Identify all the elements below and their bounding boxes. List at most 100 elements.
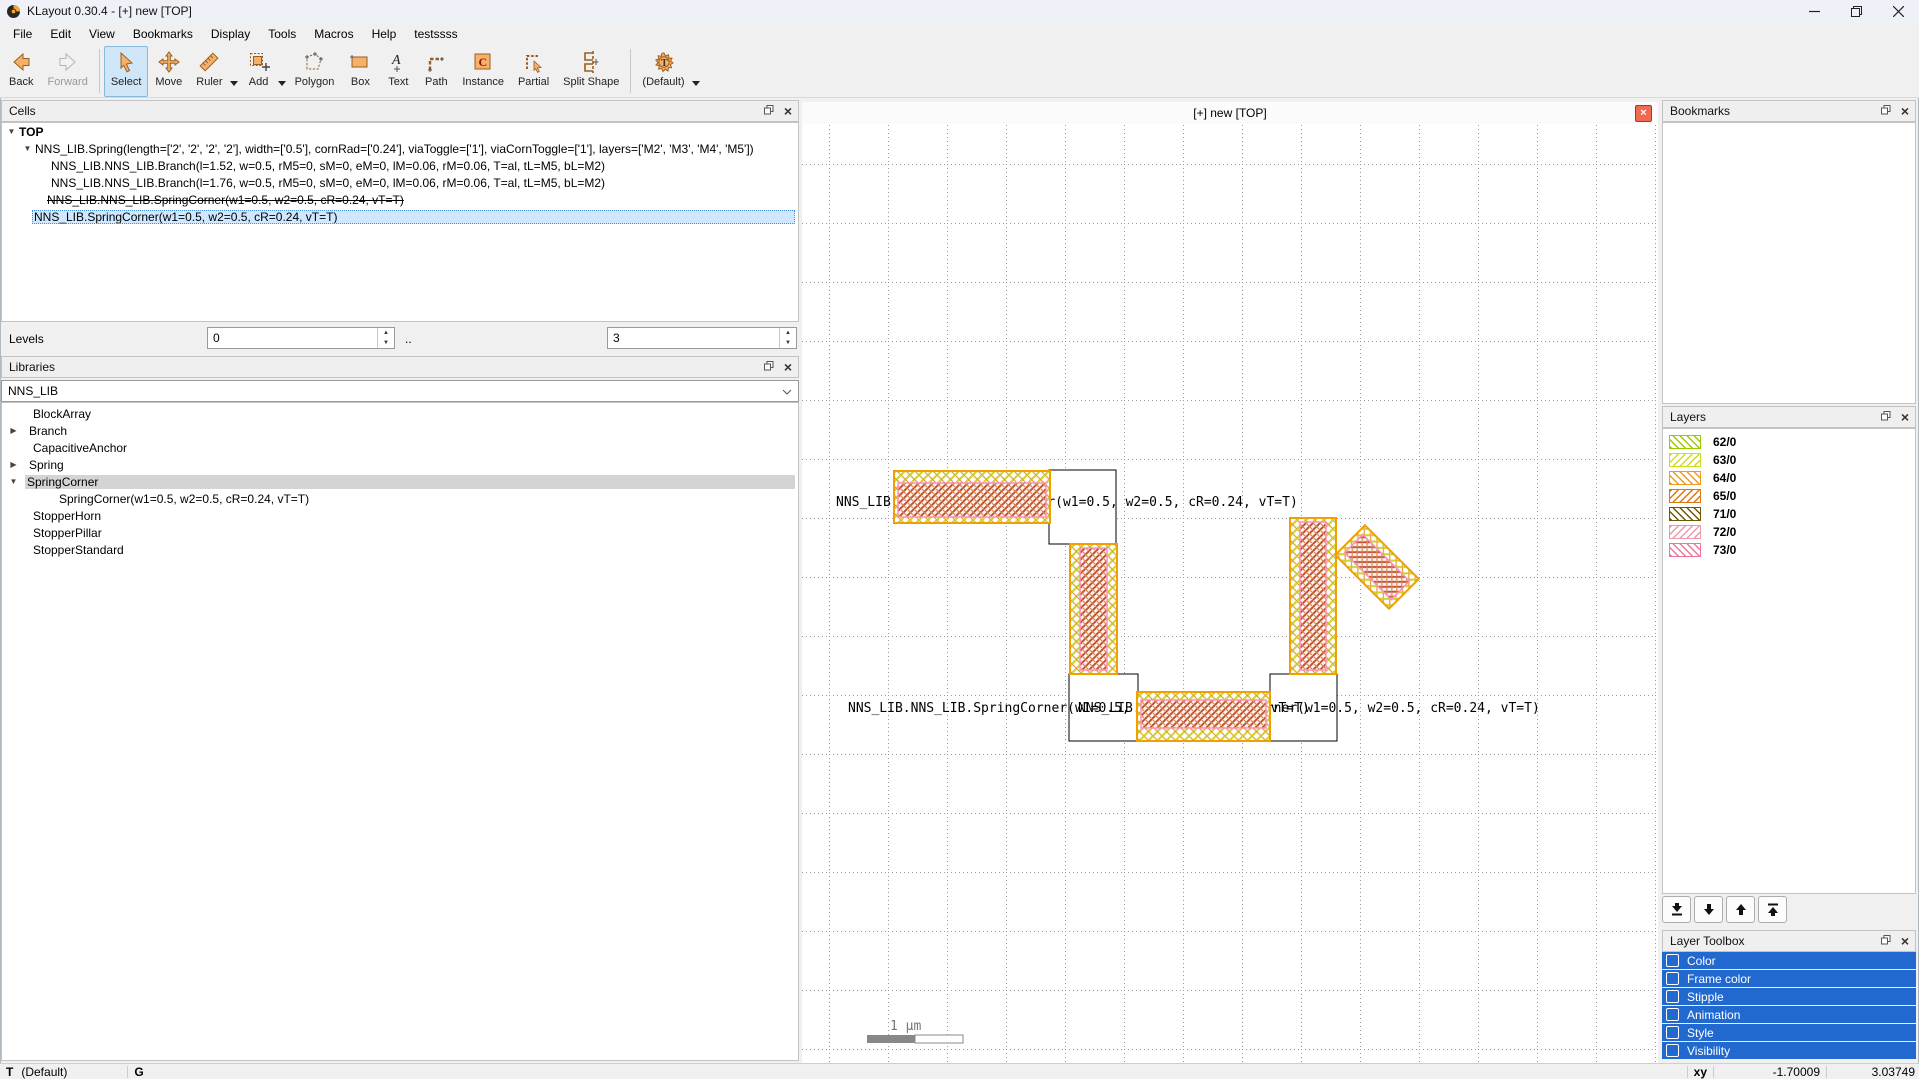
- tree-row-springcorner-selected[interactable]: NNS_LIB.SpringCorner(w1=0.5, w2=0.5, cR=…: [2, 208, 798, 225]
- move-layer-up-button[interactable]: [1726, 896, 1755, 923]
- close-panel-icon[interactable]: ×: [1901, 104, 1909, 118]
- ruler-tool-button[interactable]: Ruler: [189, 46, 229, 97]
- forward-button[interactable]: Forward: [40, 46, 94, 97]
- layer-toolbox-animation[interactable]: Animation: [1662, 1006, 1916, 1023]
- ruler-dropdown-arrow[interactable]: [229, 39, 240, 104]
- layout-canvas[interactable]: NNS_LIB.NNS_LIB.SpringCorner(w1=0.5, w2=…: [802, 124, 1658, 1063]
- lib-row-springcorner[interactable]: ▼ SpringCorner: [2, 473, 798, 490]
- checkbox-icon[interactable]: [1666, 1044, 1679, 1057]
- expander-open-icon[interactable]: ▼: [8, 477, 19, 486]
- move-layer-to-bottom-button[interactable]: [1662, 896, 1691, 923]
- spin-down-icon[interactable]: ▼: [780, 338, 796, 348]
- menu-testssss[interactable]: testssss: [405, 24, 466, 44]
- expander-open-icon[interactable]: ▼: [22, 144, 33, 153]
- checkbox-icon[interactable]: [1666, 1008, 1679, 1021]
- lib-row-branch[interactable]: ▶ Branch: [2, 422, 798, 439]
- levels-from-input[interactable]: [208, 328, 377, 348]
- close-panel-icon[interactable]: ×: [1901, 410, 1909, 424]
- spring-shape-right-vertical-bar[interactable]: [1289, 517, 1337, 675]
- layer-toolbox-stipple[interactable]: Stipple: [1662, 988, 1916, 1005]
- menu-view[interactable]: View: [80, 24, 124, 44]
- layer-toolbox-frame-color[interactable]: Frame color: [1662, 970, 1916, 987]
- lib-row-spring[interactable]: ▶ Spring: [2, 456, 798, 473]
- close-button[interactable]: [1877, 0, 1919, 22]
- float-panel-icon[interactable]: [763, 104, 774, 118]
- tree-row-springcorner-deleted[interactable]: NNS_LIB.NNS_LIB.SpringCorner(w1=0.5, w2=…: [2, 191, 798, 208]
- layer-row-72-0[interactable]: 72/0: [1663, 523, 1915, 541]
- layer-toolbox-color[interactable]: Color: [1662, 952, 1916, 969]
- back-button[interactable]: Back: [2, 46, 40, 97]
- float-panel-icon[interactable]: [1880, 410, 1891, 424]
- spring-shape-left-vertical-bar[interactable]: [1069, 543, 1118, 675]
- bookmarks-list[interactable]: [1662, 122, 1916, 404]
- path-tool-button[interactable]: Path: [417, 46, 455, 97]
- tree-row-branch-1[interactable]: NNS_LIB.NNS_LIB.Branch(l=1.52, w=0.5, rM…: [2, 157, 798, 174]
- menu-help[interactable]: Help: [363, 24, 406, 44]
- float-panel-icon[interactable]: [763, 360, 774, 374]
- spring-shape-top-bar[interactable]: [893, 470, 1051, 524]
- menu-macros[interactable]: Macros: [305, 24, 362, 44]
- checkbox-icon[interactable]: [1666, 954, 1679, 967]
- forward-icon: [56, 49, 80, 75]
- restore-button[interactable]: [1835, 0, 1877, 22]
- move-tool-button[interactable]: Move: [148, 46, 189, 97]
- select-tool-button[interactable]: Select: [103, 45, 149, 97]
- lib-row-capacitiveanchor[interactable]: CapacitiveAnchor: [2, 439, 798, 456]
- expander-open-icon[interactable]: ▼: [6, 127, 17, 136]
- expander-closed-icon[interactable]: ▶: [8, 426, 19, 435]
- layer-row-65-0[interactable]: 65/0: [1663, 487, 1915, 505]
- checkbox-icon[interactable]: [1666, 1026, 1679, 1039]
- add-icon: [247, 49, 271, 75]
- checkbox-icon[interactable]: [1666, 990, 1679, 1003]
- default-mode-button[interactable]: T (Default): [635, 46, 691, 97]
- layer-toolbox-visibility[interactable]: Visibility: [1662, 1042, 1916, 1059]
- menu-file[interactable]: File: [4, 24, 41, 44]
- menu-edit[interactable]: Edit: [41, 24, 80, 44]
- text-tool-button[interactable]: A Text: [379, 46, 417, 97]
- cells-tree[interactable]: ▼ TOP ▼ NNS_LIB.Spring(length=['2', '2',…: [1, 122, 799, 322]
- add-dropdown-arrow[interactable]: [277, 39, 288, 104]
- expander-closed-icon[interactable]: ▶: [8, 460, 19, 469]
- box-tool-button[interactable]: Box: [341, 46, 379, 97]
- close-panel-icon[interactable]: ×: [784, 104, 792, 118]
- lib-row-stopperstandard[interactable]: StopperStandard: [2, 541, 798, 558]
- add-tool-button[interactable]: Add: [240, 46, 278, 97]
- levels-from-spinner[interactable]: ▲ ▼: [377, 328, 394, 348]
- menu-bookmarks[interactable]: Bookmarks: [124, 24, 202, 44]
- default-dropdown-arrow[interactable]: [691, 39, 702, 104]
- lib-row-stopperpillar[interactable]: StopperPillar: [2, 524, 798, 541]
- partial-tool-button[interactable]: Partial: [511, 46, 556, 97]
- library-select[interactable]: NNS_LIB: [1, 380, 799, 402]
- instance-tool-button[interactable]: C Instance: [455, 46, 511, 97]
- levels-to-input[interactable]: [608, 328, 779, 348]
- lib-row-stopperhorn[interactable]: StopperHorn: [2, 507, 798, 524]
- layer-row-73-0[interactable]: 73/0: [1663, 541, 1915, 559]
- lib-row-springcorner-pcell[interactable]: SpringCorner(w1=0.5, w2=0.5, cR=0.24, vT…: [2, 490, 798, 507]
- layer-row-63-0[interactable]: 63/0: [1663, 451, 1915, 469]
- canvas-tab-close-button[interactable]: ×: [1635, 105, 1652, 122]
- spin-down-icon[interactable]: ▼: [378, 338, 394, 348]
- move-layer-down-button[interactable]: [1694, 896, 1723, 923]
- float-panel-icon[interactable]: [1880, 104, 1891, 118]
- split-shape-tool-button[interactable]: Split Shape: [556, 46, 626, 97]
- move-layer-to-top-button[interactable]: [1758, 896, 1787, 923]
- levels-to-spinner[interactable]: ▲ ▼: [779, 328, 796, 348]
- spin-up-icon[interactable]: ▲: [780, 328, 796, 338]
- layer-toolbox-style[interactable]: Style: [1662, 1024, 1916, 1041]
- layer-row-62-0[interactable]: 62/0: [1663, 433, 1915, 451]
- tree-row-spring[interactable]: ▼ NNS_LIB.Spring(length=['2', '2', '2', …: [2, 140, 798, 157]
- close-panel-icon[interactable]: ×: [1901, 934, 1909, 948]
- polygon-tool-button[interactable]: Polygon: [288, 46, 342, 97]
- close-panel-icon[interactable]: ×: [784, 360, 792, 374]
- checkbox-icon[interactable]: [1666, 972, 1679, 985]
- layer-row-71-0[interactable]: 71/0: [1663, 505, 1915, 523]
- libraries-tree[interactable]: BlockArray ▶ Branch CapacitiveAnchor ▶ S…: [1, 402, 799, 1061]
- minimize-button[interactable]: [1793, 0, 1835, 22]
- spring-shape-bottom-bar[interactable]: [1136, 691, 1271, 742]
- tree-row-top[interactable]: ▼ TOP: [2, 123, 798, 140]
- layer-row-64-0[interactable]: 64/0: [1663, 469, 1915, 487]
- tree-row-branch-2[interactable]: NNS_LIB.NNS_LIB.Branch(l=1.76, w=0.5, rM…: [2, 174, 798, 191]
- float-panel-icon[interactable]: [1880, 934, 1891, 948]
- lib-row-blockarray[interactable]: BlockArray: [2, 405, 798, 422]
- spin-up-icon[interactable]: ▲: [378, 328, 394, 338]
